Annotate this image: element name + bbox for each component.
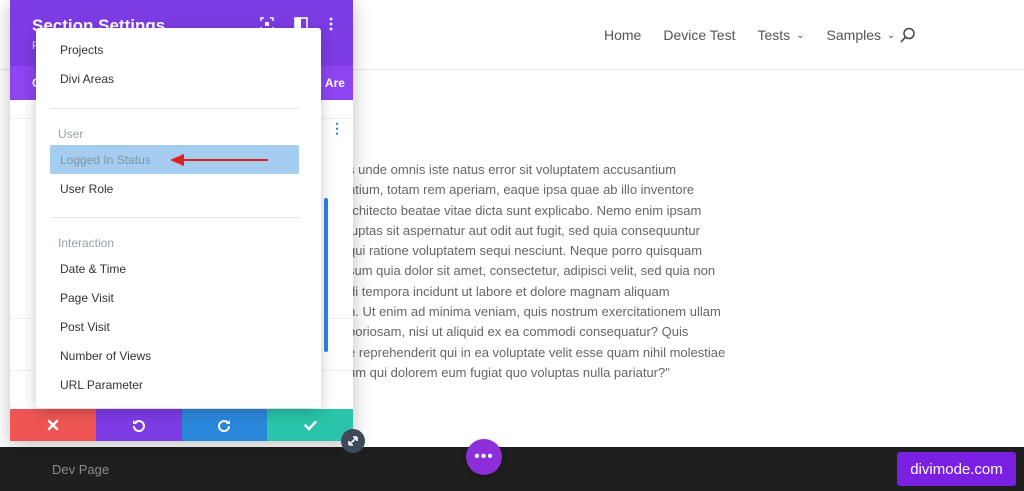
divimode-button[interactable]: divimode.com	[897, 452, 1016, 486]
dropdown-item-user-role[interactable]: User Role	[60, 182, 113, 196]
body-text: s unde omnis iste natus error sit volupt…	[348, 160, 728, 383]
dropdown-item-projects[interactable]: Projects	[60, 43, 103, 57]
dropdown-item-date-time[interactable]: Date & Time	[60, 262, 126, 276]
kebab-icon[interactable]	[324, 17, 338, 31]
save-button[interactable]	[267, 409, 353, 441]
dropdown-group-interaction: Interaction	[58, 236, 115, 250]
dropdown-item-number-of-views[interactable]: Number of Views	[60, 349, 151, 363]
chevron-down-icon: ⌄	[796, 29, 805, 41]
dropdown-item-url-parameter[interactable]: URL Parameter	[60, 378, 143, 392]
nav-link-label: Tests	[757, 27, 791, 43]
scrollbar[interactable]	[324, 198, 328, 352]
text-line: di tempora incidunt ut labore et dolore …	[348, 283, 670, 299]
text-line: qui ratione voluptatem sequi nesciunt. N…	[348, 243, 703, 259]
redo-button[interactable]	[181, 409, 268, 441]
options-kebab-icon[interactable]: ⋮	[330, 120, 344, 137]
close-icon	[47, 419, 59, 431]
search-icon[interactable]	[900, 27, 916, 43]
dropdown-divider	[50, 108, 300, 109]
nav-link-label: Home	[604, 27, 642, 43]
annotation-arrow-icon	[170, 154, 268, 166]
check-icon	[303, 420, 317, 431]
text-line: s unde omnis iste natus error sit volupt…	[348, 162, 677, 177]
dropdown-item-label: Logged In Status	[60, 153, 151, 167]
chevron-down-icon: ⌄	[887, 29, 896, 41]
nav-link-device-test[interactable]: Device Test	[663, 27, 735, 43]
footer-label: Dev Page	[52, 462, 110, 477]
text-line: sum quia dolor sit amet, consectetur, ad…	[348, 263, 716, 279]
footer: Dev Page	[0, 447, 1024, 491]
text-line: rchitecto beatae vitae dicta sunt explic…	[348, 202, 702, 218]
diagonal-arrows-icon	[348, 436, 358, 446]
resize-handle-icon[interactable]	[341, 429, 365, 453]
nav-link-label: Samples	[826, 27, 882, 43]
dropdown-group-user: User	[58, 127, 84, 141]
redo-icon	[218, 420, 231, 432]
text-line: ntium, totam rem aperiam, eaque ipsa qua…	[348, 182, 695, 198]
undo-icon	[132, 420, 145, 432]
dropdown-item-post-visit[interactable]: Post Visit	[60, 320, 110, 334]
dropdown-divider	[50, 217, 300, 218]
dropdown-item-divi-areas[interactable]: Divi Areas	[60, 72, 114, 86]
text-line: um qui dolorem eum fugiat quo voluptas n…	[348, 364, 670, 380]
nav-link-samples[interactable]: Samples ⌄	[827, 27, 896, 43]
condition-dropdown: Projects Divi Areas User Logged In Statu…	[36, 28, 321, 408]
discard-button[interactable]	[10, 409, 96, 441]
dropdown-item-page-visit[interactable]: Page Visit	[60, 291, 114, 305]
page-settings-button[interactable]: •••	[466, 439, 502, 475]
nav-menu: Home Device Test Tests ⌄ Samples ⌄	[604, 27, 917, 43]
nav-link-home[interactable]: Home	[604, 27, 641, 43]
nav-link-label: Device Test	[663, 27, 736, 43]
undo-button[interactable]	[95, 409, 182, 441]
text-line: luptas sit aspernatur aut odit aut fugit…	[348, 222, 700, 238]
nav-link-tests[interactable]: Tests ⌄	[757, 27, 804, 43]
text-line: boriosam, nisi ut aliquid ex ea commodi …	[348, 324, 689, 340]
modal-actions	[10, 409, 353, 441]
text-line: n. Ut enim ad minima veniam, quis nostru…	[348, 304, 721, 320]
text-line: e reprehenderit qui in ea voluptate veli…	[348, 344, 726, 360]
